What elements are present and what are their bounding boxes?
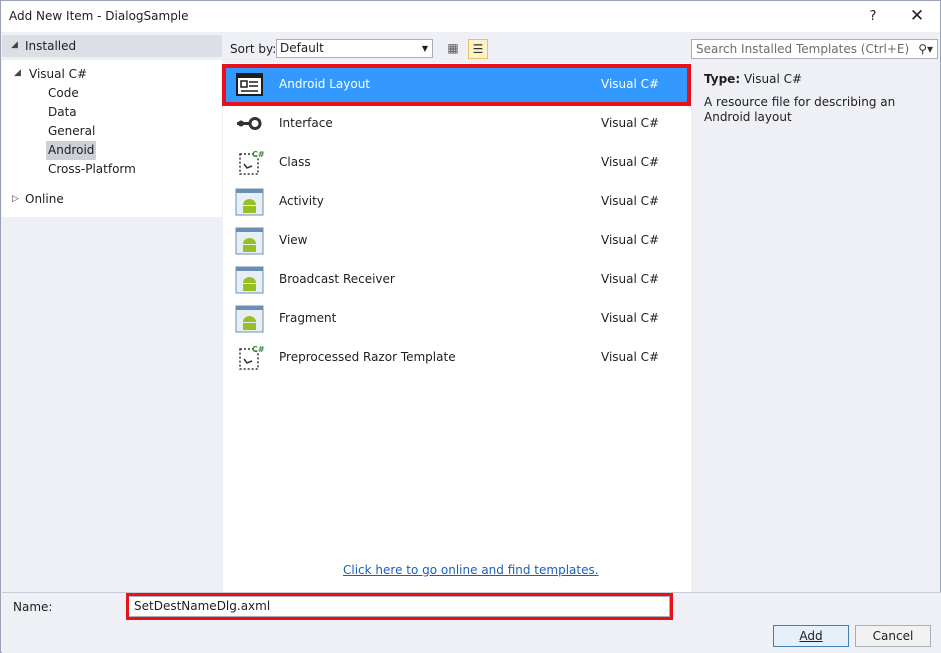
template-language: Visual C# (601, 116, 660, 130)
template-item[interactable]: Activity Visual C# (223, 182, 691, 221)
tree-node-visual-csharp[interactable]: Visual C# (29, 65, 87, 84)
list-view-icon[interactable]: ☰ (468, 39, 488, 59)
template-name: Activity (279, 194, 324, 208)
tree-node-data[interactable]: Data (48, 103, 77, 122)
name-highlight-box (126, 593, 673, 620)
category-tree: ◢ Installed ◢ Visual C# Code Data Genera… (2, 32, 222, 592)
close-button[interactable]: ✕ (903, 4, 931, 28)
template-language: Visual C# (601, 350, 660, 364)
add-button-label: Add (799, 629, 823, 643)
template-item[interactable]: Broadcast Receiver Visual C# (223, 260, 691, 299)
tree-node-online[interactable]: Online (25, 190, 64, 209)
template-name: Class (279, 155, 311, 169)
type-value: Visual C# (743, 72, 803, 86)
title-bar: Add New Item - DialogSample ? ✕ (1, 1, 940, 32)
sort-by-label: Sort by: (230, 42, 277, 56)
template-name: Interface (279, 116, 333, 130)
help-button[interactable]: ? (863, 7, 883, 27)
android-icon (235, 227, 264, 255)
template-name: Preprocessed Razor Template (279, 350, 456, 364)
template-description: A resource file for describing an Androi… (704, 95, 896, 124)
selection-highlight-box (222, 64, 691, 106)
template-language: Visual C# (601, 155, 660, 169)
template-name: Fragment (279, 311, 337, 325)
template-language: Visual C# (601, 272, 660, 286)
dropdown-arrow-icon: ▼ (421, 44, 428, 53)
template-list: Android Layout Visual C# Interface Visua… (223, 63, 691, 592)
window-title: Add New Item - DialogSample (9, 9, 189, 23)
class-icon: C# (239, 150, 264, 175)
tree-node-android[interactable]: Android (46, 141, 97, 160)
add-new-item-dialog: Add New Item - DialogSample ? ✕ ◢ Instal… (0, 0, 941, 653)
sort-value: Default (280, 41, 324, 55)
sort-dropdown[interactable]: Default ▼ (276, 39, 433, 58)
tree-node-cross-platform[interactable]: Cross-Platform (48, 160, 136, 179)
search-input[interactable]: Search Installed Templates (Ctrl+E) ⚲▾ (691, 39, 938, 59)
online-templates-link[interactable]: Click here to go online and find templat… (343, 563, 599, 577)
cancel-button[interactable]: Cancel (855, 625, 931, 647)
tree-node-general[interactable]: General (48, 122, 95, 141)
android-icon (235, 266, 264, 294)
svg-text:C#: C# (252, 150, 264, 159)
template-item[interactable]: C# Preprocessed Razor Template Visual C# (223, 338, 691, 377)
collapse-arrow-icon[interactable]: ◢ (14, 68, 21, 78)
template-item[interactable]: Interface Visual C# (223, 104, 691, 143)
template-name: View (279, 233, 308, 247)
interface-icon (237, 117, 262, 130)
template-language: Visual C# (601, 311, 660, 325)
search-icon[interactable]: ⚲▾ (918, 40, 933, 58)
expand-arrow-icon[interactable]: ▷ (12, 194, 19, 204)
template-language: Visual C# (601, 194, 660, 208)
android-icon (235, 188, 264, 216)
svg-text:C#: C# (252, 345, 264, 354)
add-button[interactable]: Add (773, 625, 849, 647)
type-label: Type: (704, 72, 741, 86)
tree-node-installed[interactable]: ◢ Installed (2, 35, 222, 57)
search-placeholder: Search Installed Templates (Ctrl+E) (696, 42, 910, 56)
class-icon: C# (239, 345, 264, 370)
template-toolbar: Sort by: Default ▼ ▦ ☰ (223, 32, 691, 63)
tree-label-installed: Installed (25, 39, 77, 53)
type-line: Type: Visual C# (704, 72, 802, 86)
template-language: Visual C# (601, 233, 660, 247)
template-item[interactable]: Fragment Visual C# (223, 299, 691, 338)
tree-node-code[interactable]: Code (48, 84, 79, 103)
android-icon (235, 305, 264, 333)
template-item[interactable]: View Visual C# (223, 221, 691, 260)
template-name: Broadcast Receiver (279, 272, 395, 286)
template-item[interactable]: C# Class Visual C# (223, 143, 691, 182)
collapse-arrow-icon[interactable]: ◢ (11, 40, 18, 50)
details-panel: Search Installed Templates (Ctrl+E) ⚲▾ T… (691, 32, 940, 592)
grid-view-icon[interactable]: ▦ (444, 39, 462, 57)
name-label: Name: (13, 600, 53, 614)
